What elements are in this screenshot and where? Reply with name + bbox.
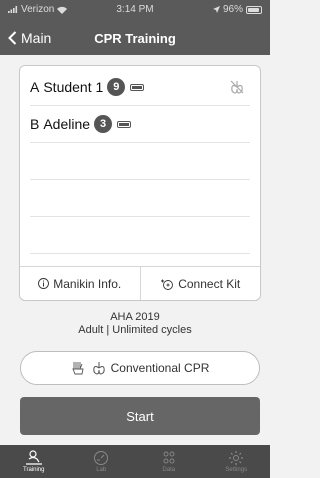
manikin-info-label: Manikin Info. [53, 276, 122, 291]
manikin-info-button[interactable]: Manikin Info. [20, 267, 140, 300]
cpr-mode-label: Conventional CPR [110, 361, 210, 375]
protocol-standard: AHA 2019 [110, 311, 160, 323]
device-battery-icon [130, 83, 145, 91]
connect-kit-icon [161, 279, 174, 290]
battery-percent: 96% [222, 4, 243, 15]
header: Verizon 3:14 PM 96% Main CPR Training [0, 0, 270, 55]
tab-data[interactable]: Data [135, 445, 203, 478]
student-row-b[interactable]: B Adeline 3 [30, 106, 250, 143]
student-name: Student 1 [43, 79, 104, 95]
tab-label: Lab [96, 467, 107, 473]
status-bar: Verizon 3:14 PM 96% [0, 0, 270, 20]
empty-row [30, 180, 250, 217]
protocol-details: Adult | Unlimited cycles [78, 324, 192, 336]
card-footer: Manikin Info. Connect Kit [20, 266, 260, 300]
status-right: 96% [212, 4, 262, 15]
tab-bar: Training Lab Data Settings [0, 445, 270, 478]
tab-lab[interactable]: Lab [68, 445, 136, 478]
student-prefix: B [30, 116, 40, 132]
battery-icon [246, 5, 262, 14]
start-button[interactable]: Start [20, 397, 260, 435]
compression-count-badge: 3 [94, 115, 113, 133]
ventilation-off-icon[interactable] [228, 78, 246, 96]
tab-training[interactable]: Training [0, 445, 68, 478]
tab-settings[interactable]: Settings [203, 445, 271, 478]
gauge-icon [94, 451, 109, 465]
cpr-mode-button[interactable]: Conventional CPR [20, 351, 260, 385]
student-name: Adeline [43, 116, 91, 132]
connect-kit-label: Connect Kit [178, 276, 241, 291]
empty-row [30, 143, 250, 180]
hands-compression-icon [71, 362, 84, 375]
page-title: CPR Training [94, 31, 176, 46]
device-battery-icon [117, 120, 132, 128]
location-icon [212, 6, 220, 13]
tab-label: Settings [225, 467, 248, 473]
gear-icon [229, 451, 244, 465]
tab-label: Training [23, 467, 45, 473]
student-row-a[interactable]: A Student 1 9 [30, 69, 250, 106]
student-list-card: A Student 1 9 B Adeline 3 Manikin Info. [19, 65, 261, 301]
student-prefix: A [30, 79, 40, 95]
lungs-icon [92, 362, 105, 375]
empty-row [30, 217, 250, 254]
compression-count-badge: 9 [107, 78, 126, 96]
tab-label: Data [162, 467, 176, 473]
info-icon [38, 278, 50, 289]
people-icon [163, 451, 175, 464]
nav-bar: Main CPR Training [0, 28, 270, 52]
cpr-person-icon [25, 450, 42, 465]
connect-kit-button[interactable]: Connect Kit [139, 267, 261, 300]
